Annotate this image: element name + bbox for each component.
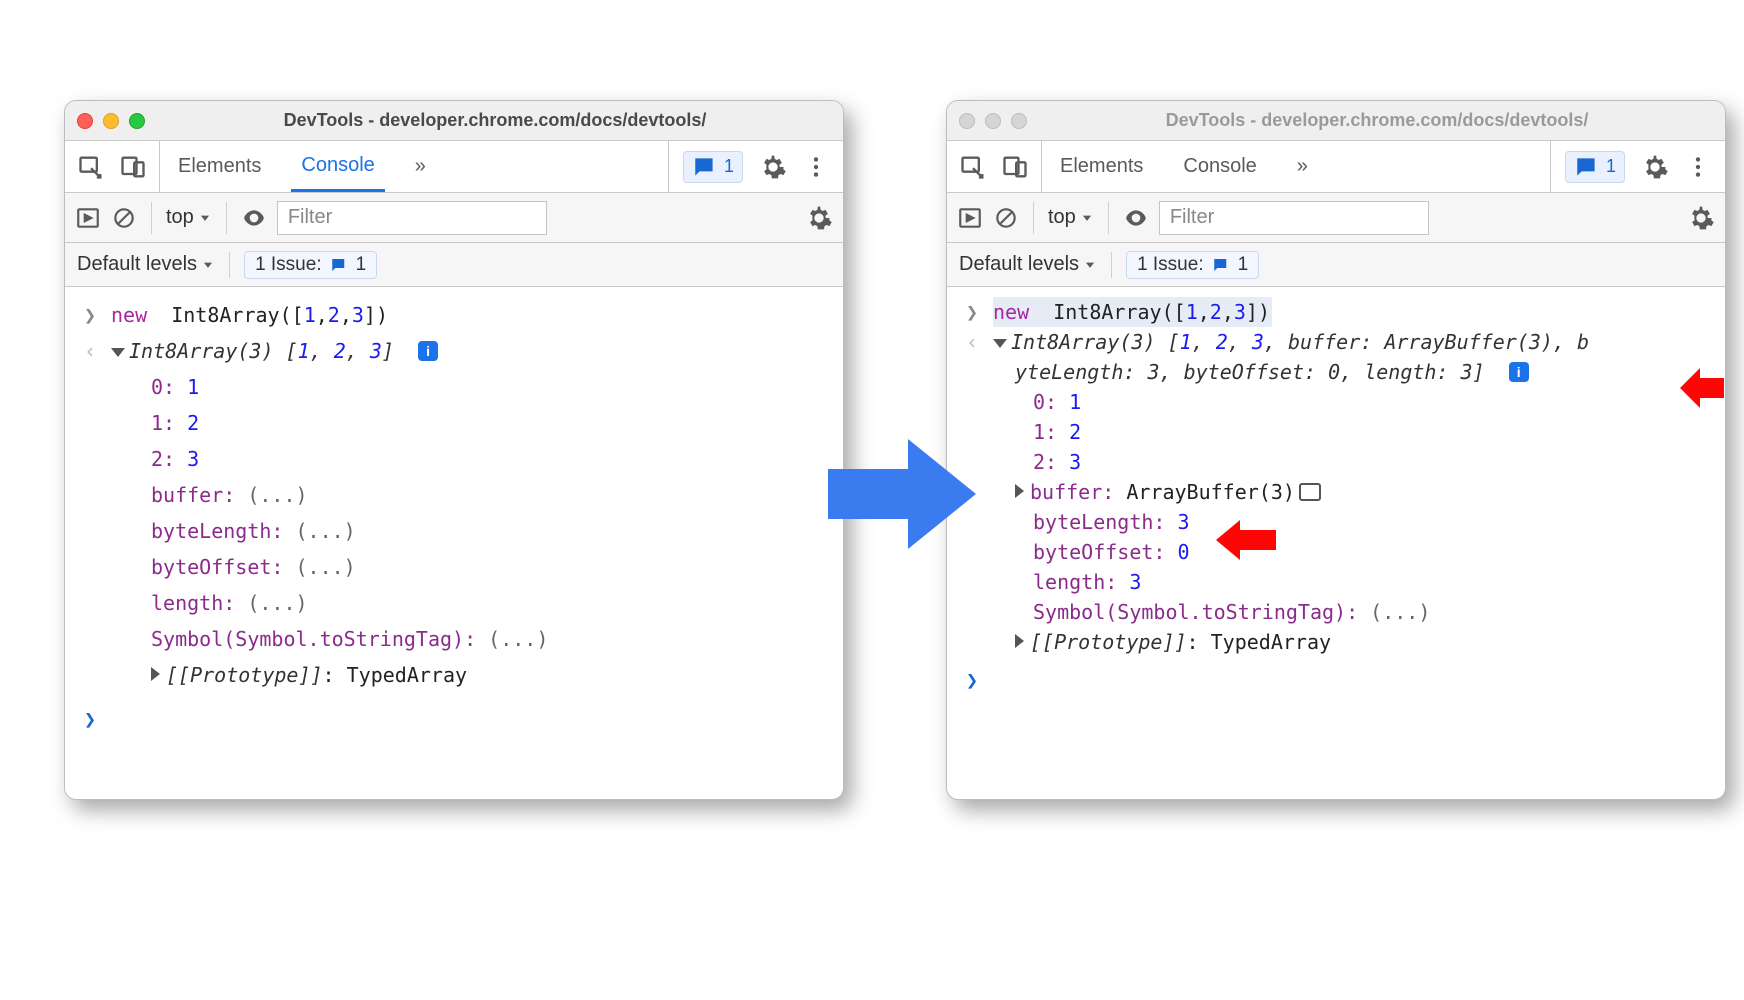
title-bar: DevTools - developer.chrome.com/docs/dev… [65,101,843,141]
expanded-properties: 0: 1 1: 2 2: 3 buffer: ArrayBuffer(3) by… [1033,387,1711,657]
title-bar: DevTools - developer.chrome.com/docs/dev… [947,101,1725,141]
issues-row: Default levels 1 Issue: 1 [65,243,843,287]
close-window-icon[interactable] [77,113,93,129]
filter-placeholder: Filter [288,206,332,229]
minimize-window-icon[interactable] [985,113,1001,129]
main-tabs: Elements Console » [160,141,668,192]
prototype-row[interactable]: [[Prototype]]: TypedArray [151,657,829,693]
expand-toggle-icon[interactable] [1015,484,1024,498]
output-chevron-icon: ‹ [961,327,983,357]
issue-count-pill[interactable]: 1 Issue: 1 [1126,251,1259,279]
annotation-arrow-icon [1216,518,1276,562]
issues-count: 1 [724,156,734,177]
inspect-element-icon[interactable] [959,153,987,181]
filter-input[interactable]: Filter [1159,201,1429,235]
memory-inspector-icon[interactable] [1299,483,1321,501]
input-line[interactable]: ❯ new Int8Array([1,2,3]) [79,297,829,333]
tab-elements[interactable]: Elements [1050,141,1153,192]
console-toolbar: top Filter [65,193,843,243]
context-selector-label: top [166,206,194,229]
token-ctor [159,303,171,327]
issues-row: Default levels 1 Issue: 1 [947,243,1725,287]
prototype-row[interactable]: [[Prototype]]: TypedArray [1015,627,1711,657]
clear-console-icon[interactable] [111,205,137,231]
prompt-line[interactable]: ❯ [961,665,1711,695]
minimize-window-icon[interactable] [103,113,119,129]
device-toolbar-icon[interactable] [119,153,147,181]
input-line[interactable]: ❯ new Int8Array([1,2,3]) [961,297,1711,327]
top-tab-bar: Elements Console » 1 [947,141,1725,193]
tab-overflow[interactable]: » [1287,141,1318,192]
inspect-and-device-group [65,141,160,192]
prop-row[interactable]: Symbol(Symbol.toStringTag): (...) [1033,597,1711,627]
annotation-arrow-icon [1680,366,1724,410]
buffer-row[interactable]: buffer: ArrayBuffer(3) [1015,477,1711,507]
expand-toggle-icon[interactable] [1015,634,1024,648]
window-title: DevTools - developer.chrome.com/docs/dev… [1041,110,1713,131]
tab-elements[interactable]: Elements [168,141,271,192]
console-body[interactable]: ❯ new Int8Array([1,2,3]) ‹ Int8Array(3) … [65,287,843,799]
prompt-chevron-icon: ❯ [79,701,101,737]
issue-row-label: 1 Issue: [255,254,322,276]
output-chevron-icon: ‹ [79,333,101,369]
output-line[interactable]: ‹ Int8Array(3) [1, 2, 3] i [79,333,829,369]
issue-count-pill[interactable]: 1 Issue: 1 [244,251,377,279]
tab-console[interactable]: Console [291,141,384,192]
output-line[interactable]: ‹ Int8Array(3) [1, 2, 3, buffer: ArrayBu… [961,327,1711,387]
context-selector[interactable]: top [166,206,212,229]
issues-badge[interactable]: 1 [1565,151,1625,183]
kebab-menu-icon[interactable] [1685,154,1711,180]
input-chevron-icon: ❯ [961,297,983,327]
prop-row[interactable]: length: (...) [151,585,829,621]
issues-badge[interactable]: 1 [683,151,743,183]
prop-row[interactable]: buffer: (...) [151,477,829,513]
levels-selector[interactable]: Default levels [959,253,1097,276]
prop-row[interactable]: Symbol(Symbol.toStringTag): (...) [151,621,829,657]
window-title: DevTools - developer.chrome.com/docs/dev… [159,110,831,131]
zoom-window-icon[interactable] [129,113,145,129]
issue-row-count: 1 [356,254,367,276]
filter-input[interactable]: Filter [277,201,547,235]
tab-overflow[interactable]: » [405,141,436,192]
expand-toggle-icon[interactable] [111,348,125,357]
expand-toggle-icon[interactable] [993,339,1007,348]
console-settings-gear-icon[interactable] [805,204,833,232]
info-badge-icon[interactable]: i [418,341,438,361]
levels-label: Default levels [77,253,197,276]
devtools-window-after: DevTools - developer.chrome.com/docs/dev… [946,100,1726,800]
close-window-icon[interactable] [959,113,975,129]
input-chevron-icon: ❯ [79,297,101,333]
traffic-lights [77,113,145,129]
levels-selector[interactable]: Default levels [77,253,215,276]
console-body[interactable]: ❯ new Int8Array([1,2,3]) ‹ Int8Array(3) … [947,287,1725,799]
toggle-sidebar-icon[interactable] [75,205,101,231]
comparison-arrow-icon [828,434,976,554]
top-tab-bar: Elements Console » 1 [65,141,843,193]
settings-gear-icon[interactable] [1641,153,1669,181]
traffic-lights [959,113,1027,129]
devtools-window-before: DevTools - developer.chrome.com/docs/dev… [64,100,844,800]
expand-toggle-icon[interactable] [151,667,160,681]
live-expression-eye-icon[interactable] [241,205,267,231]
toggle-sidebar-icon[interactable] [957,205,983,231]
expanded-properties: 0: 1 1: 2 2: 3 buffer: (...) byteLength:… [151,369,829,693]
settings-gear-icon[interactable] [759,153,787,181]
tab-console[interactable]: Console [1173,141,1266,192]
zoom-window-icon[interactable] [1011,113,1027,129]
clear-console-icon[interactable] [993,205,1019,231]
context-selector[interactable]: top [1048,206,1094,229]
prompt-chevron-icon: ❯ [961,665,983,695]
inspect-element-icon[interactable] [77,153,105,181]
device-toolbar-icon[interactable] [1001,153,1029,181]
live-expression-eye-icon[interactable] [1123,205,1149,231]
info-badge-icon[interactable]: i [1509,362,1529,382]
prop-row[interactable]: byteOffset: (...) [151,549,829,585]
prompt-line[interactable]: ❯ [79,701,829,737]
issues-count: 1 [1606,156,1616,177]
token-keyword: new [111,303,147,327]
kebab-menu-icon[interactable] [803,154,829,180]
console-toolbar: top Filter [947,193,1725,243]
prop-row[interactable]: byteLength: (...) [151,513,829,549]
console-settings-gear-icon[interactable] [1687,204,1715,232]
